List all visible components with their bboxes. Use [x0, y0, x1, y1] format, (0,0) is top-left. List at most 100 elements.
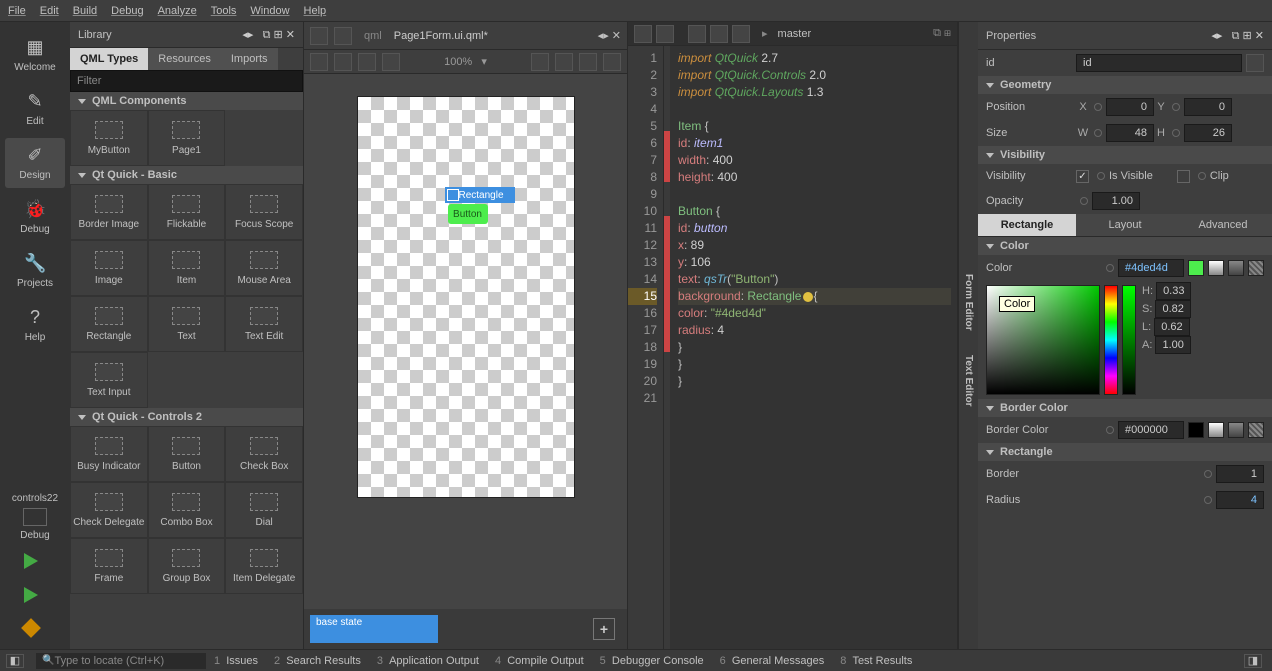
open-file[interactable]: Page1Form.ui.qml*	[394, 30, 488, 42]
border-color-field[interactable]: #000000	[1118, 421, 1184, 439]
component-button[interactable]: Button	[148, 426, 226, 482]
menu-help[interactable]: Help	[304, 5, 327, 17]
component-busy-indicator[interactable]: Busy Indicator	[70, 426, 148, 482]
output-compile-output[interactable]: 4 Compile Output	[495, 655, 584, 667]
run-button[interactable]	[24, 553, 46, 575]
component-text-input[interactable]: Text Input	[70, 352, 148, 408]
menu-window[interactable]: Window	[250, 5, 289, 17]
component-mybutton[interactable]: MyButton	[70, 110, 148, 166]
redo-icon[interactable]	[656, 25, 674, 43]
color-swatch[interactable]	[1188, 260, 1204, 276]
component-frame[interactable]: Frame	[70, 538, 148, 594]
a-field[interactable]: 1.00	[1155, 336, 1190, 354]
proptab-rectangle[interactable]: Rectangle	[978, 214, 1076, 236]
component-dial[interactable]: Dial	[225, 482, 303, 538]
pos-y-field[interactable]: 0	[1184, 98, 1232, 116]
output-issues[interactable]: 1 Issues	[214, 655, 258, 667]
color-hex-field[interactable]: #4ded4d	[1118, 259, 1184, 277]
button-preview[interactable]: Button	[448, 204, 488, 224]
output-test-results[interactable]: 8 Test Results	[840, 655, 912, 667]
color-picker[interactable]: Color	[986, 285, 1100, 395]
component-check-delegate[interactable]: Check Delegate	[70, 482, 148, 538]
component-combo-box[interactable]: Combo Box	[148, 482, 226, 538]
back-icon[interactable]	[310, 27, 328, 45]
mode-help[interactable]: ?Help	[5, 300, 65, 350]
component-group-box[interactable]: Group Box	[148, 538, 226, 594]
copy-icon[interactable]	[710, 25, 728, 43]
is-visible-checkbox[interactable]	[1076, 170, 1089, 183]
size-w-field[interactable]: 48	[1106, 124, 1154, 142]
form-tool[interactable]	[382, 53, 400, 71]
tab-form-editor[interactable]: Form Editor	[963, 274, 974, 331]
component-item[interactable]: Item	[148, 240, 226, 296]
id-field[interactable]: id	[1076, 54, 1242, 72]
component-text-edit[interactable]: Text Edit	[225, 296, 303, 352]
line-gutter[interactable]: 123456789101112131415161718192021	[628, 46, 664, 649]
none-mode-icon[interactable]	[1248, 260, 1264, 276]
border-width-field[interactable]: 1	[1216, 465, 1264, 483]
border-swatch[interactable]	[1188, 422, 1204, 438]
hue-slider[interactable]	[1104, 285, 1118, 395]
libtab-qml-types[interactable]: QML Types	[70, 48, 148, 70]
component-text[interactable]: Text	[148, 296, 226, 352]
libtab-resources[interactable]: Resources	[148, 48, 221, 70]
design-canvas[interactable]: Rectangle Button	[357, 96, 575, 498]
lightbulb-icon[interactable]	[803, 292, 813, 302]
component-image[interactable]: Image	[70, 240, 148, 296]
paste-icon[interactable]	[732, 25, 750, 43]
form-tool[interactable]	[603, 53, 621, 71]
export-icon[interactable]	[1246, 54, 1264, 72]
mode-debug[interactable]: 🐞Debug	[5, 192, 65, 242]
component-rectangle[interactable]: Rectangle	[70, 296, 148, 352]
menu-analyze[interactable]: Analyze	[158, 5, 197, 17]
kit-selector[interactable]: controls22Debug	[5, 493, 65, 541]
form-tool[interactable]	[334, 53, 352, 71]
section-header[interactable]: Qt Quick - Basic	[70, 166, 303, 184]
form-tool[interactable]	[579, 53, 597, 71]
section-header[interactable]: Qt Quick - Controls 2	[70, 408, 303, 426]
code-area[interactable]: import QtQuick 2.7import QtQuick.Control…	[670, 46, 957, 649]
h-field[interactable]: 0.33	[1156, 282, 1191, 300]
component-flickable[interactable]: Flickable	[148, 184, 226, 240]
section-header[interactable]: QML Components	[70, 92, 303, 110]
component-border-image[interactable]: Border Image	[70, 184, 148, 240]
opacity-field[interactable]: 1.00	[1092, 192, 1140, 210]
form-tool[interactable]	[310, 53, 328, 71]
size-h-field[interactable]: 26	[1184, 124, 1232, 142]
selection-overlay[interactable]: Rectangle	[445, 187, 515, 203]
libtab-imports[interactable]: Imports	[221, 48, 278, 70]
menu-edit[interactable]: Edit	[40, 5, 59, 17]
mode-design[interactable]: ✐Design	[5, 138, 65, 188]
pos-x-field[interactable]: 0	[1106, 98, 1154, 116]
alpha-slider[interactable]	[1122, 285, 1136, 395]
menu-debug[interactable]: Debug	[111, 5, 143, 17]
toggle-right-icon[interactable]: ◨	[1244, 654, 1262, 668]
l-field[interactable]: 0.62	[1154, 318, 1189, 336]
menu-build[interactable]: Build	[73, 5, 97, 17]
undo-icon[interactable]	[634, 25, 652, 43]
run-debug-button[interactable]	[24, 587, 46, 609]
form-tool[interactable]	[531, 53, 549, 71]
output-general-messages[interactable]: 6 General Messages	[720, 655, 825, 667]
component-mouse-area[interactable]: Mouse Area	[225, 240, 303, 296]
tab-text-editor[interactable]: Text Editor	[963, 355, 974, 406]
vcs-branch[interactable]: master	[778, 28, 812, 40]
menu-file[interactable]: File	[8, 5, 26, 17]
cut-icon[interactable]	[688, 25, 706, 43]
menu-tools[interactable]: Tools	[211, 5, 237, 17]
solid-mode-icon[interactable]	[1208, 260, 1224, 276]
component-check-box[interactable]: Check Box	[225, 426, 303, 482]
output-application-output[interactable]: 3 Application Output	[377, 655, 479, 667]
locator-input[interactable]: Type to locate (Ctrl+K)	[36, 653, 206, 669]
component-page1[interactable]: Page1	[148, 110, 226, 166]
component-focus-scope[interactable]: Focus Scope	[225, 184, 303, 240]
clip-checkbox[interactable]	[1177, 170, 1190, 183]
build-button[interactable]	[24, 621, 46, 643]
output-search-results[interactable]: 2 Search Results	[274, 655, 361, 667]
toggle-sidebar-icon[interactable]: ◧	[6, 654, 24, 668]
radius-field[interactable]: 4	[1216, 491, 1264, 509]
state-base[interactable]: base state	[310, 615, 438, 643]
s-field[interactable]: 0.82	[1155, 300, 1190, 318]
form-tool[interactable]	[555, 53, 573, 71]
add-state-button[interactable]: +	[593, 618, 615, 640]
